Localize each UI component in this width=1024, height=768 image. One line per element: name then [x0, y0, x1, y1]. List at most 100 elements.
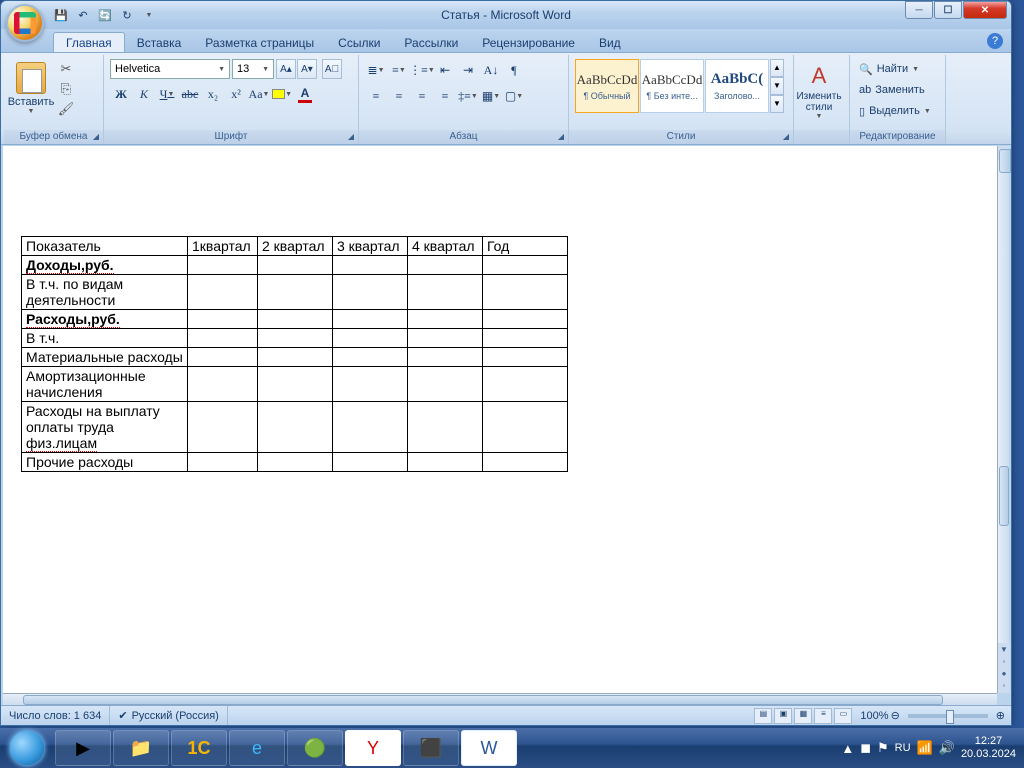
qat-save-icon[interactable]: 💾: [51, 5, 71, 25]
shading-button[interactable]: ▦▼: [480, 85, 502, 107]
office-button[interactable]: [6, 4, 44, 42]
tab-mailings[interactable]: Рассылки: [392, 33, 470, 52]
font-launcher-icon[interactable]: ◢: [346, 132, 356, 142]
superscript-button[interactable]: x²: [225, 83, 247, 105]
sort-button[interactable]: A↓: [480, 59, 502, 81]
tray-clock[interactable]: 12:27 20.03.2024: [961, 735, 1016, 761]
web-layout-view-button[interactable]: ▦: [794, 708, 812, 724]
tray-app-icon[interactable]: ◼: [860, 740, 871, 756]
decrease-indent-button[interactable]: ⇤: [434, 59, 456, 81]
close-button[interactable]: ✕: [963, 1, 1007, 19]
increase-indent-button[interactable]: ⇥: [457, 59, 479, 81]
document-area[interactable]: Показатель 1квартал 2 квартал 3 квартал …: [3, 146, 997, 693]
hscroll-thumb[interactable]: [23, 695, 943, 705]
tab-references[interactable]: Ссылки: [326, 33, 392, 52]
tray-language[interactable]: RU: [895, 742, 911, 754]
taskbar-media-player[interactable]: ▶: [55, 730, 111, 766]
show-marks-button[interactable]: ¶: [503, 59, 525, 81]
copy-icon[interactable]: ⎘: [56, 81, 76, 99]
maximize-button[interactable]: ☐: [934, 1, 962, 19]
underline-button[interactable]: Ч ▼: [156, 83, 178, 105]
taskbar-yandex[interactable]: Y: [345, 730, 401, 766]
justify-button[interactable]: ≡: [434, 85, 456, 107]
subscript-button[interactable]: x₂: [202, 83, 224, 105]
tray-show-hidden-icon[interactable]: ▲: [841, 741, 854, 756]
styles-launcher-icon[interactable]: ◢: [781, 132, 791, 142]
font-size-combo[interactable]: 13▼: [232, 59, 274, 79]
word-count[interactable]: Число слов: 1 634: [1, 706, 110, 725]
tab-view[interactable]: Вид: [587, 33, 633, 52]
horizontal-scrollbar[interactable]: [3, 693, 997, 705]
qat-undo-icon[interactable]: ↶: [73, 5, 93, 25]
shrink-font-button[interactable]: A▾: [297, 59, 317, 79]
table-header[interactable]: 1квартал: [188, 237, 258, 256]
qat-redo-icon[interactable]: 🔄: [95, 5, 115, 25]
tray-network-icon[interactable]: 📶: [917, 740, 933, 756]
change-case-button[interactable]: Aa▼: [248, 83, 270, 105]
taskbar-1c[interactable]: 1C: [171, 730, 227, 766]
table-header[interactable]: Показатель: [22, 237, 188, 256]
borders-button[interactable]: ▢▼: [503, 85, 525, 107]
cut-icon[interactable]: ✂: [56, 61, 76, 79]
table-header[interactable]: 4 квартал: [408, 237, 483, 256]
styles-scroll[interactable]: ▲▼▼: [770, 59, 784, 113]
paste-button[interactable]: Вставить ▼: [8, 57, 54, 125]
style-no-spacing[interactable]: AaBbCcDd ¶ Без инте...: [640, 59, 704, 113]
tray-volume-icon[interactable]: 🔊: [939, 740, 955, 756]
draft-view-button[interactable]: ▭: [834, 708, 852, 724]
qat-customize-icon[interactable]: ▼: [139, 5, 159, 25]
select-button[interactable]: ▯Выделить▼: [856, 101, 934, 121]
line-spacing-button[interactable]: ‡≡▼: [457, 85, 479, 107]
table-header[interactable]: 3 квартал: [333, 237, 408, 256]
taskbar-app1[interactable]: ⬛: [403, 730, 459, 766]
grow-font-button[interactable]: A▴: [276, 59, 296, 79]
highlight-button[interactable]: ▼: [271, 83, 293, 105]
taskbar-chrome[interactable]: 🟢: [287, 730, 343, 766]
align-right-button[interactable]: ≡: [411, 85, 433, 107]
align-center-button[interactable]: ≡: [388, 85, 410, 107]
paragraph-launcher-icon[interactable]: ◢: [556, 132, 566, 142]
tab-home[interactable]: Главная: [53, 32, 125, 52]
zoom-out-button[interactable]: ⊖: [891, 709, 900, 722]
vertical-scrollbar[interactable]: ▲ ▼ ◦ ● ◦: [997, 146, 1009, 693]
side-panel-handle[interactable]: [999, 149, 1011, 173]
taskbar-ie[interactable]: e: [229, 730, 285, 766]
zoom-in-button[interactable]: ⊕: [996, 709, 1005, 722]
align-left-button[interactable]: ≡: [365, 85, 387, 107]
tab-page-layout[interactable]: Разметка страницы: [193, 33, 326, 52]
scroll-thumb[interactable]: [999, 466, 1009, 526]
tray-flag-icon[interactable]: ⚑: [877, 740, 889, 756]
help-icon[interactable]: ?: [987, 33, 1003, 49]
zoom-level[interactable]: 100%: [860, 710, 888, 722]
change-styles-button[interactable]: A Изменить стили ▼: [798, 57, 840, 125]
bullets-button[interactable]: ≣▼: [365, 59, 387, 81]
minimize-button[interactable]: ─: [905, 1, 933, 19]
taskbar-word[interactable]: W: [461, 730, 517, 766]
clipboard-launcher-icon[interactable]: ◢: [91, 132, 101, 142]
tab-review[interactable]: Рецензирование: [470, 33, 587, 52]
replace-button[interactable]: abЗаменить: [856, 80, 934, 100]
qat-more-icon[interactable]: ↻: [117, 5, 137, 25]
multilevel-button[interactable]: ⋮≡▼: [411, 59, 433, 81]
language-status[interactable]: ✔Русский (Россия): [110, 706, 228, 725]
style-normal[interactable]: AaBbCcDd ¶ Обычный: [575, 59, 639, 113]
taskbar-explorer[interactable]: 📁: [113, 730, 169, 766]
italic-button[interactable]: К: [133, 83, 155, 105]
full-screen-view-button[interactable]: ▣: [774, 708, 792, 724]
print-layout-view-button[interactable]: ▤: [754, 708, 772, 724]
font-name-combo[interactable]: Helvetica▼: [110, 59, 230, 79]
table-header[interactable]: 2 квартал: [258, 237, 333, 256]
style-heading1[interactable]: AaBbC( Заголово...: [705, 59, 769, 113]
tab-insert[interactable]: Вставка: [125, 33, 194, 52]
format-painter-icon[interactable]: 🖌: [56, 101, 76, 119]
outline-view-button[interactable]: ≡: [814, 708, 832, 724]
zoom-slider[interactable]: [908, 714, 988, 718]
next-page-icon[interactable]: ◦: [998, 679, 1010, 693]
numbering-button[interactable]: ≡▼: [388, 59, 410, 81]
clear-formatting-button[interactable]: A⃠: [322, 59, 342, 79]
bold-button[interactable]: Ж: [110, 83, 132, 105]
font-color-button[interactable]: A: [294, 83, 316, 105]
find-button[interactable]: 🔍Найти▼: [856, 59, 934, 79]
start-button[interactable]: [0, 728, 54, 768]
document-table[interactable]: Показатель 1квартал 2 квартал 3 квартал …: [21, 236, 568, 472]
